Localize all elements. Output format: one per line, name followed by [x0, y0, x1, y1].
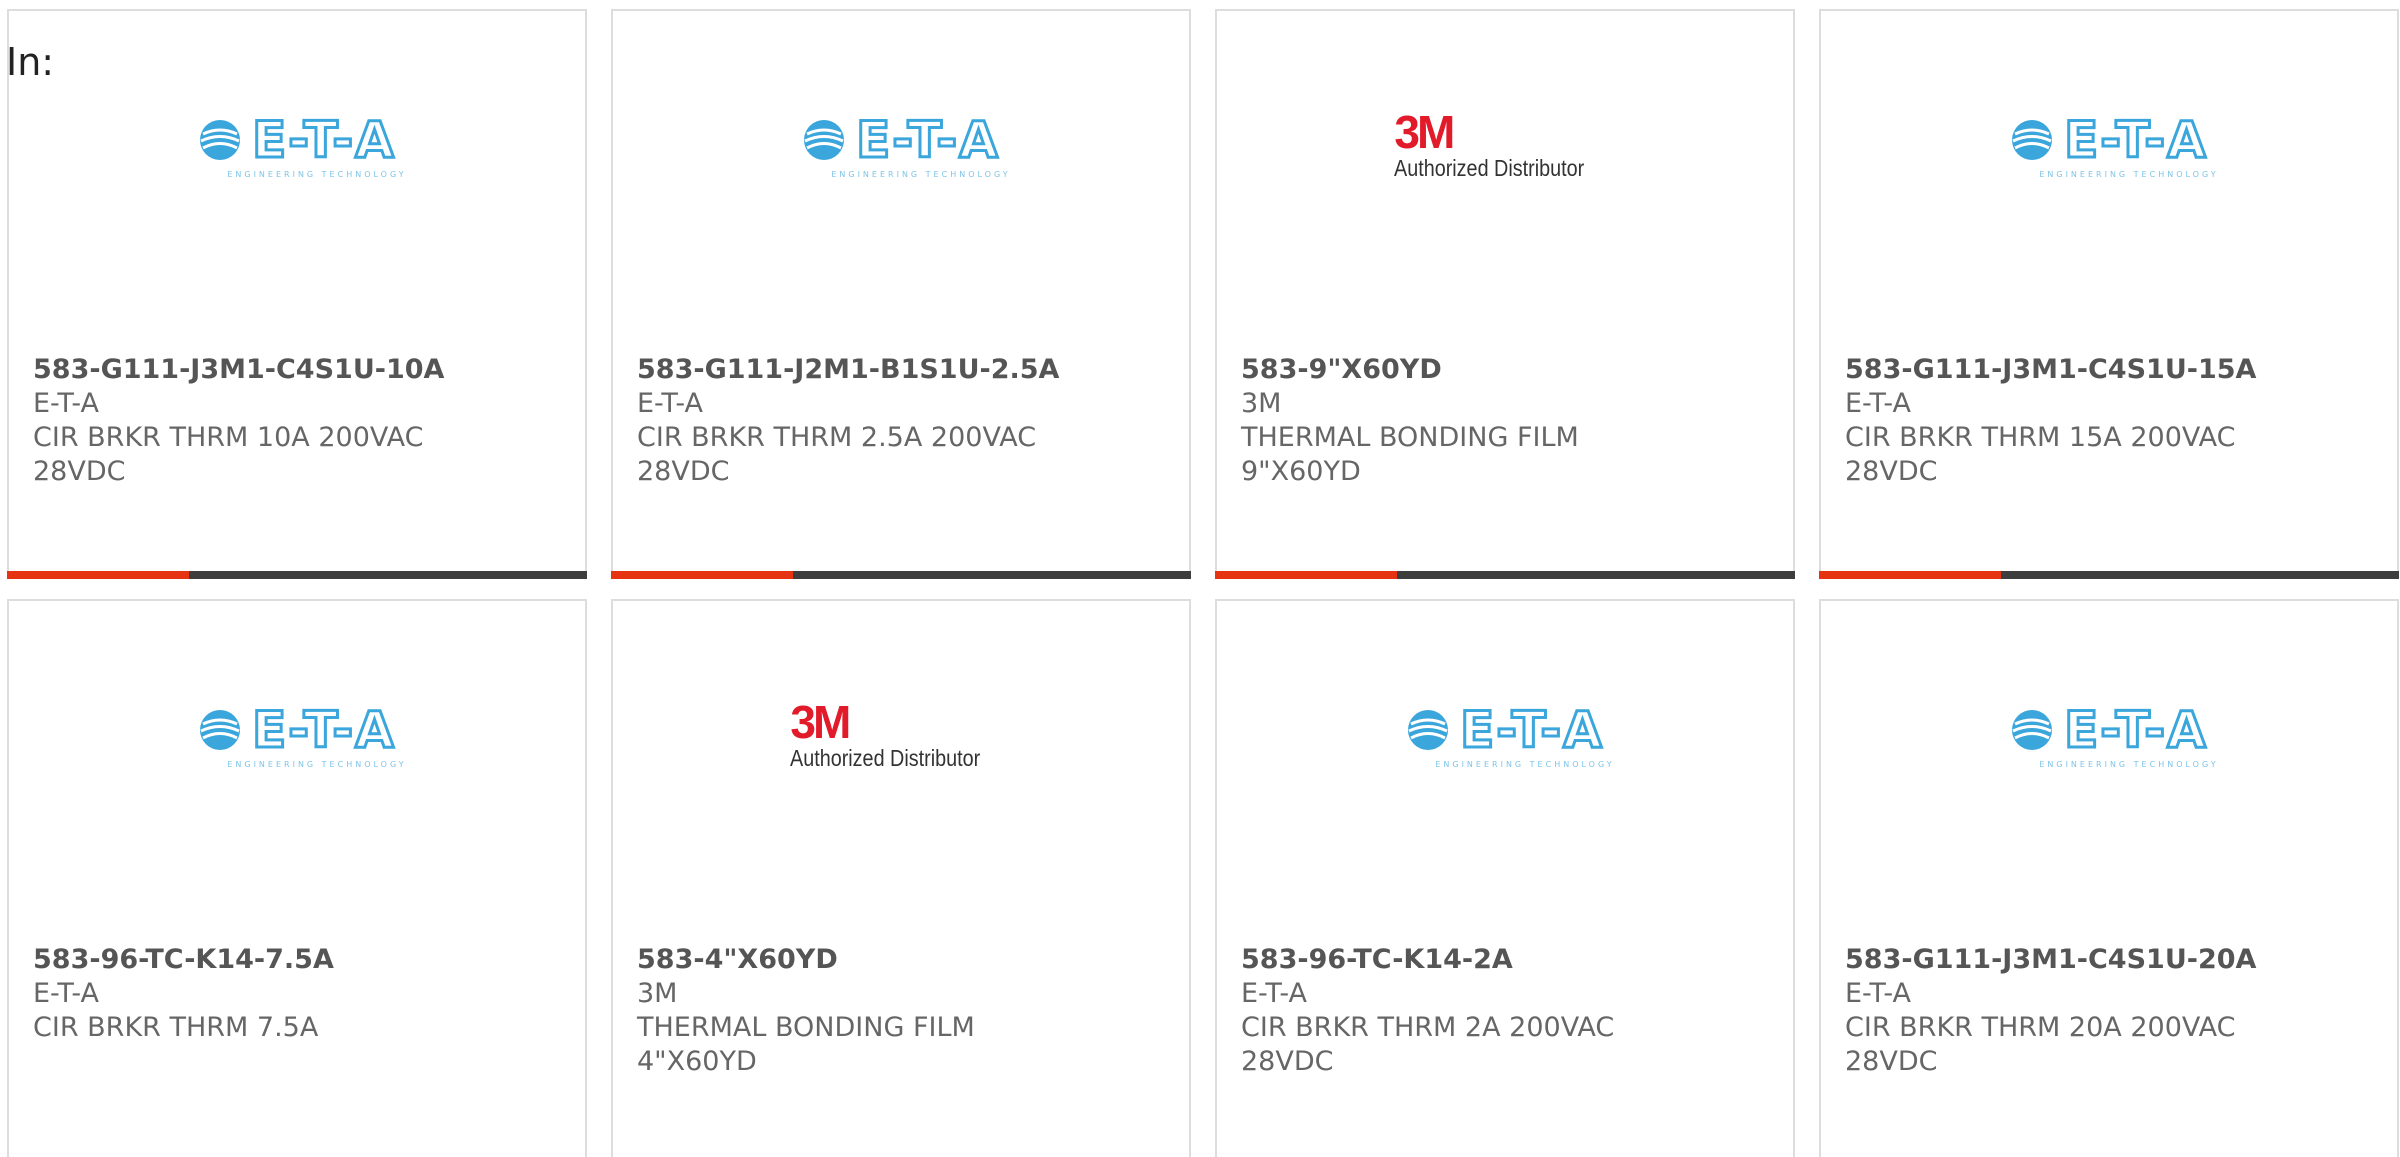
brand-logo: E-T-A ENGINEERING TECHNOLOGY [1217, 681, 1793, 791]
part-number-link[interactable]: 583-4"X60YD [637, 943, 1169, 977]
product-card[interactable]: 3M Authorized Distributor 583-9"X60YD 3M … [1215, 9, 1795, 579]
brand-logo: E-T-A ENGINEERING TECHNOLOGY [9, 681, 585, 791]
description-line: 28VDC [1845, 456, 1938, 487]
globe-icon [200, 709, 241, 750]
description-line: 28VDC [1845, 1046, 1938, 1077]
card-accent-bar [611, 571, 793, 579]
eta-logo: E-T-A ENGINEERING TECHNOLOGY [1999, 700, 2219, 769]
product-grid: E-T-A ENGINEERING TECHNOLOGY 583-G111-J3M… [7, 9, 2399, 1157]
card-footer-bar [1215, 571, 1795, 579]
part-number-link[interactable]: 583-G111-J3M1-C4S1U-20A [1845, 943, 2377, 977]
eta-logo: E-T-A ENGINEERING TECHNOLOGY [187, 110, 407, 179]
3m-wordmark: 3M [790, 696, 851, 748]
manufacturer-name: E-T-A [33, 388, 99, 419]
product-card[interactable]: E-T-A ENGINEERING TECHNOLOGY 583-G111-J3M… [7, 9, 587, 579]
eta-logo: E-T-A ENGINEERING TECHNOLOGY [1395, 700, 1615, 769]
eta-tagline: ENGINEERING TECHNOLOGY [1435, 759, 1615, 769]
manufacturer-name: E-T-A [1845, 978, 1911, 1009]
manufacturer-name: E-T-A [33, 978, 99, 1009]
eta-wordmark: E-T-A [251, 110, 396, 169]
eta-wordmark: E-T-A [2063, 110, 2208, 169]
brand-logo: E-T-A ENGINEERING TECHNOLOGY [1821, 91, 2397, 201]
manufacturer-name: 3M [1241, 388, 1282, 419]
description-line: 4"X60YD [637, 1046, 757, 1077]
part-number-link[interactable]: 583-96-TC-K14-2A [1241, 943, 1773, 977]
eta-wordmark: E-T-A [2063, 700, 2208, 759]
product-info: 583-96-TC-K14-2A E-T-A CIR BRKR THRM 2A … [1241, 943, 1773, 1079]
globe-icon [2012, 709, 2053, 750]
description-line: 28VDC [33, 456, 126, 487]
manufacturer-name: E-T-A [637, 388, 703, 419]
description-line: 28VDC [1241, 1046, 1334, 1077]
eta-tagline: ENGINEERING TECHNOLOGY [2039, 759, 2219, 769]
card-accent-bar [1819, 571, 2001, 579]
product-card[interactable]: E-T-A ENGINEERING TECHNOLOGY 583-96-TC-K1… [1215, 599, 1795, 1157]
3m-logo: 3M Authorized Distributor [790, 696, 1011, 772]
card-footer-bar [7, 571, 587, 579]
3m-tagline: Authorized Distributor [790, 745, 981, 771]
product-info: 583-G111-J3M1-C4S1U-15A E-T-A CIR BRKR T… [1845, 353, 2377, 489]
product-card[interactable]: 3M Authorized Distributor 583-4"X60YD 3M … [611, 599, 1191, 1157]
globe-icon [804, 119, 845, 160]
part-number-link[interactable]: 583-G111-J3M1-C4S1U-10A [33, 353, 565, 387]
description-line: CIR BRKR THRM 7.5A [33, 1012, 319, 1043]
product-info: 583-4"X60YD 3M THERMAL BONDING FILM 4"X6… [637, 943, 1169, 1079]
3m-tagline: Authorized Distributor [1394, 155, 1585, 181]
part-number-link[interactable]: 583-9"X60YD [1241, 353, 1773, 387]
brand-logo: 3M Authorized Distributor [1217, 91, 1793, 201]
product-card[interactable]: E-T-A ENGINEERING TECHNOLOGY 583-G111-J3M… [1819, 599, 2399, 1157]
product-card[interactable]: E-T-A ENGINEERING TECHNOLOGY 583-G111-J2M… [611, 9, 1191, 579]
brand-logo: E-T-A ENGINEERING TECHNOLOGY [9, 91, 585, 201]
card-footer-bar [611, 571, 1191, 579]
manufacturer-name: E-T-A [1845, 388, 1911, 419]
product-info: 583-G111-J2M1-B1S1U-2.5A E-T-A CIR BRKR … [637, 353, 1169, 489]
globe-icon [2012, 119, 2053, 160]
eta-tagline: ENGINEERING TECHNOLOGY [227, 169, 407, 179]
eta-wordmark: E-T-A [251, 700, 396, 759]
manufacturer-name: 3M [637, 978, 678, 1009]
filter-label: In: [6, 40, 55, 84]
product-info: 583-G111-J3M1-C4S1U-20A E-T-A CIR BRKR T… [1845, 943, 2377, 1079]
3m-logo: 3M Authorized Distributor [1394, 106, 1615, 182]
description-line: CIR BRKR THRM 20A 200VAC [1845, 1012, 2236, 1043]
eta-tagline: ENGINEERING TECHNOLOGY [831, 169, 1011, 179]
globe-icon [1408, 709, 1449, 750]
description-line: CIR BRKR THRM 2A 200VAC [1241, 1012, 1615, 1043]
brand-logo: E-T-A ENGINEERING TECHNOLOGY [1821, 681, 2397, 791]
eta-logo: E-T-A ENGINEERING TECHNOLOGY [187, 700, 407, 769]
eta-logo: E-T-A ENGINEERING TECHNOLOGY [1999, 110, 2219, 179]
product-info: 583-G111-J3M1-C4S1U-10A E-T-A CIR BRKR T… [33, 353, 565, 489]
product-info: 583-96-TC-K14-7.5A E-T-A CIR BRKR THRM 7… [33, 943, 565, 1045]
card-accent-bar [1215, 571, 1397, 579]
part-number-link[interactable]: 583-96-TC-K14-7.5A [33, 943, 565, 977]
3m-wordmark: 3M [1394, 106, 1455, 158]
description-line: CIR BRKR THRM 2.5A 200VAC [637, 422, 1037, 453]
description-line: CIR BRKR THRM 15A 200VAC [1845, 422, 2236, 453]
card-footer-bar [1819, 571, 2399, 579]
description-line: CIR BRKR THRM 10A 200VAC [33, 422, 424, 453]
description-line: THERMAL BONDING FILM [1241, 422, 1579, 453]
card-accent-bar [7, 571, 189, 579]
globe-icon [200, 119, 241, 160]
eta-wordmark: E-T-A [855, 110, 1000, 169]
product-grid-page: In: E-T-A ENGINEERING TECHNOLOGY 583-G111… [0, 0, 2400, 1157]
eta-wordmark: E-T-A [1459, 700, 1604, 759]
brand-logo: 3M Authorized Distributor [613, 681, 1189, 791]
part-number-link[interactable]: 583-G111-J3M1-C4S1U-15A [1845, 353, 2377, 387]
description-line: THERMAL BONDING FILM [637, 1012, 975, 1043]
product-card[interactable]: E-T-A ENGINEERING TECHNOLOGY 583-G111-J3M… [1819, 9, 2399, 579]
eta-tagline: ENGINEERING TECHNOLOGY [2039, 169, 2219, 179]
eta-tagline: ENGINEERING TECHNOLOGY [227, 759, 407, 769]
description-line: 28VDC [637, 456, 730, 487]
part-number-link[interactable]: 583-G111-J2M1-B1S1U-2.5A [637, 353, 1169, 387]
brand-logo: E-T-A ENGINEERING TECHNOLOGY [613, 91, 1189, 201]
description-line: 9"X60YD [1241, 456, 1361, 487]
eta-logo: E-T-A ENGINEERING TECHNOLOGY [791, 110, 1011, 179]
product-info: 583-9"X60YD 3M THERMAL BONDING FILM 9"X6… [1241, 353, 1773, 489]
manufacturer-name: E-T-A [1241, 978, 1307, 1009]
product-card[interactable]: E-T-A ENGINEERING TECHNOLOGY 583-96-TC-K1… [7, 599, 587, 1157]
